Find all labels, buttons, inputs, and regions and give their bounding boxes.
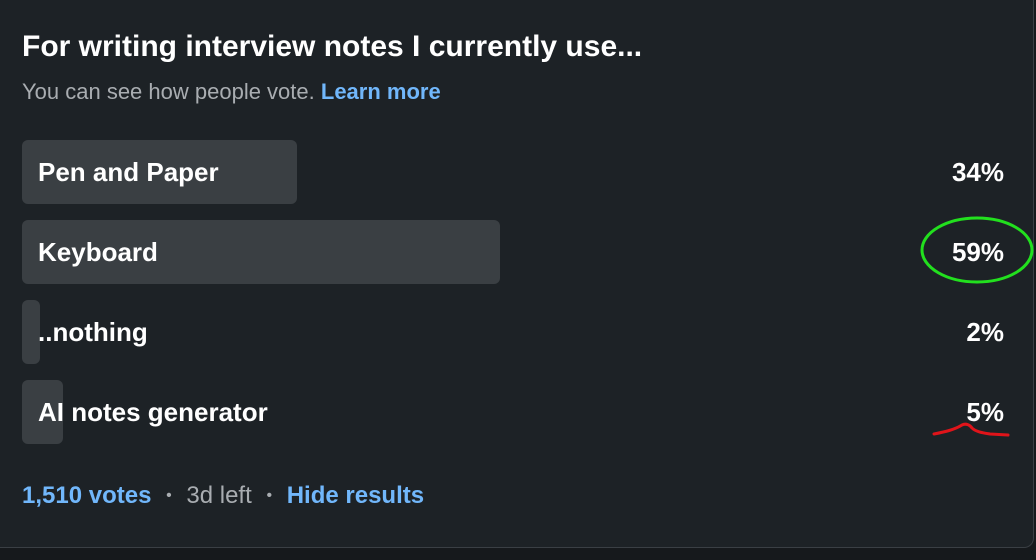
poll-subtitle-text: You can see how people vote. [22,79,315,104]
poll-option-keyboard[interactable]: Keyboard 59% [22,220,1006,284]
learn-more-link[interactable]: Learn more [321,79,441,104]
poll-subtitle: You can see how people vote. Learn more [22,79,441,105]
poll-option-pen-and-paper[interactable]: Pen and Paper 34% [22,140,1006,204]
poll-option-percent: 5% [966,397,1004,427]
hide-results-link[interactable]: Hide results [287,482,424,509]
poll-option-label: Pen and Paper [38,157,219,187]
poll-question: For writing interview notes I currently … [22,30,643,63]
poll-option-label: ..nothing [38,317,148,347]
poll-option-nothing[interactable]: ..nothing 2% [22,300,1006,364]
separator-dot: • [166,487,172,504]
poll-card: For writing interview notes I currently … [0,0,1034,548]
time-left: 3d left [186,482,252,509]
separator-dot: • [266,487,273,504]
poll-option-percent: 59% [951,237,1004,267]
poll-option-percent: 34% [951,157,1004,187]
poll-option-label: Keyboard [38,237,158,267]
poll-option-percent: 2% [966,317,1004,347]
votes-count-link[interactable]: 1,510 votes [22,482,151,509]
poll-footer: 1,510 votes • 3d left • Hide results [22,482,424,510]
poll-option-label: AI notes generator [38,397,268,427]
poll-option-ai-notes-generator[interactable]: AI notes generator 5% [22,380,1006,444]
